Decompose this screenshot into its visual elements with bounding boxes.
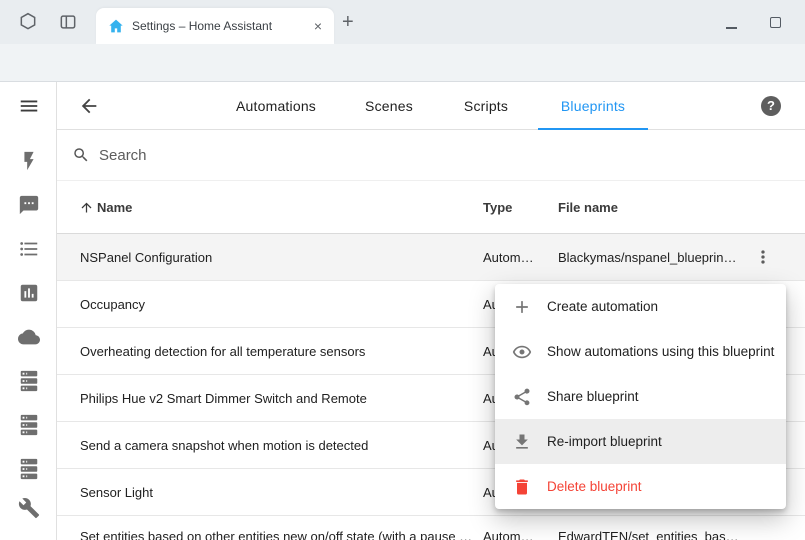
cell-file: EdwardTEN/set_entities_bas… bbox=[558, 516, 750, 540]
server-icon-1[interactable] bbox=[18, 370, 40, 392]
menu-item-label: Share blueprint bbox=[547, 389, 639, 404]
history-icon[interactable] bbox=[18, 282, 40, 304]
workspaces-icon[interactable] bbox=[18, 12, 38, 32]
cell-type: Autom… bbox=[483, 516, 553, 540]
table-row[interactable]: NSPanel Configuration Autom… Blackymas/n… bbox=[57, 234, 805, 281]
home-assistant-favicon bbox=[108, 18, 124, 34]
tab-title: Settings – Home Assistant bbox=[132, 19, 312, 33]
menu-item-create-automation[interactable]: Create automation bbox=[495, 284, 786, 329]
cell-name: Set entities based on other entities new… bbox=[80, 516, 476, 540]
energy-icon[interactable] bbox=[18, 150, 40, 172]
share-icon bbox=[512, 387, 532, 407]
table-row[interactable]: Set entities based on other entities new… bbox=[57, 516, 805, 540]
search-bar[interactable] bbox=[57, 130, 805, 181]
new-tab-button[interactable]: + bbox=[342, 10, 354, 34]
developer-tools-icon[interactable] bbox=[18, 497, 40, 519]
server-icon-3[interactable] bbox=[18, 458, 40, 480]
column-header-file: File name bbox=[558, 181, 618, 234]
assist-icon[interactable] bbox=[18, 194, 40, 216]
tab-scripts[interactable]: Scripts bbox=[458, 82, 514, 130]
ha-sidebar bbox=[0, 82, 57, 540]
sort-arrow-icon[interactable] bbox=[79, 200, 94, 215]
browser-tab[interactable]: Settings – Home Assistant × bbox=[96, 8, 334, 44]
tab-close-icon[interactable]: × bbox=[312, 18, 324, 34]
ha-back-icon[interactable] bbox=[78, 95, 100, 117]
cell-name: Overheating detection for all temperatur… bbox=[80, 328, 476, 375]
eye-icon bbox=[512, 342, 532, 362]
cell-name: Philips Hue v2 Smart Dimmer Switch and R… bbox=[80, 375, 476, 422]
menu-item-share-blueprint[interactable]: Share blueprint bbox=[495, 374, 786, 419]
tab-scenes[interactable]: Scenes bbox=[362, 82, 416, 130]
minimize-icon[interactable] bbox=[726, 27, 737, 29]
cell-name: Send a camera snapshot when motion is de… bbox=[80, 422, 476, 469]
menu-item-label: Delete blueprint bbox=[547, 479, 642, 494]
plus-icon bbox=[512, 297, 532, 317]
browser-toolbar: Not secure homeassistant.local:8123/… A bbox=[0, 44, 805, 82]
ha-menu-icon[interactable] bbox=[18, 95, 40, 117]
menu-item-label: Create automation bbox=[547, 299, 658, 314]
browser-titlebar: Settings – Home Assistant × + bbox=[0, 0, 805, 44]
context-menu: Create automation Show automations using… bbox=[495, 284, 786, 509]
cell-type: Autom… bbox=[483, 234, 553, 281]
delete-icon bbox=[512, 477, 532, 497]
help-icon[interactable]: ? bbox=[761, 96, 781, 116]
maximize-icon[interactable] bbox=[770, 17, 781, 28]
menu-item-show-automations[interactable]: Show automations using this blueprint bbox=[495, 329, 786, 374]
search-icon bbox=[72, 146, 90, 164]
ha-app: Automations Scenes Scripts Blueprints ? … bbox=[0, 82, 805, 540]
cell-name: Occupancy bbox=[80, 281, 476, 328]
logbook-icon[interactable] bbox=[18, 238, 40, 260]
cell-name: NSPanel Configuration bbox=[80, 234, 476, 281]
column-header-name[interactable]: Name bbox=[97, 181, 132, 234]
cell-file: Blackymas/nspanel_blueprin… bbox=[558, 234, 750, 281]
search-input[interactable] bbox=[99, 142, 519, 168]
download-icon bbox=[512, 432, 532, 452]
menu-item-delete-blueprint[interactable]: Delete blueprint bbox=[495, 464, 786, 509]
ha-header: Automations Scenes Scripts Blueprints ? bbox=[57, 82, 805, 130]
cell-name: Sensor Light bbox=[80, 469, 476, 516]
server-icon-2[interactable] bbox=[18, 414, 40, 436]
browser-window: Settings – Home Assistant × + Not secure… bbox=[0, 0, 805, 540]
cloud-icon[interactable] bbox=[18, 326, 40, 348]
menu-item-label: Show automations using this blueprint bbox=[547, 344, 774, 359]
vertical-tabs-icon[interactable] bbox=[58, 12, 78, 32]
row-menu-icon[interactable] bbox=[753, 247, 773, 267]
menu-item-reimport-blueprint[interactable]: Re-import blueprint bbox=[495, 419, 786, 464]
menu-item-label: Re-import blueprint bbox=[547, 434, 662, 449]
table-header: Name Type File name bbox=[57, 181, 805, 234]
tab-automations[interactable]: Automations bbox=[230, 82, 322, 130]
column-header-type: Type bbox=[483, 181, 512, 234]
tab-blueprints[interactable]: Blueprints bbox=[538, 82, 648, 130]
